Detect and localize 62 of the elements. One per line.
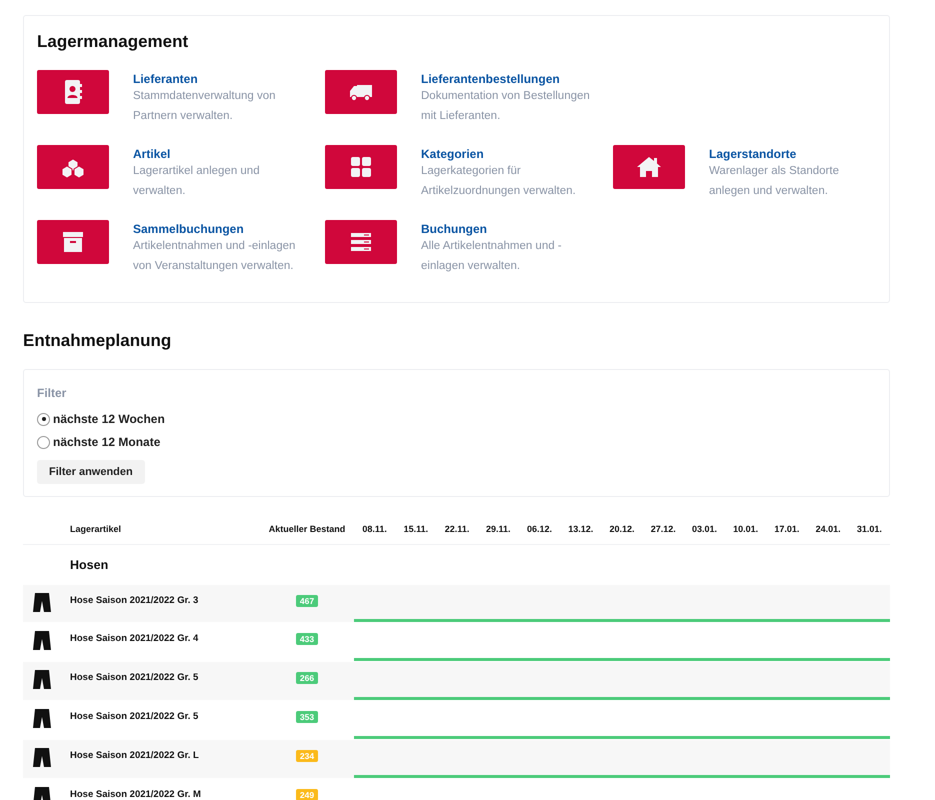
tile-button[interactable] — [325, 145, 397, 189]
column-header: Lagerartikel — [69, 524, 122, 534]
tile-title-link[interactable]: Sammelbuchungen — [133, 221, 303, 237]
stock-badge: 433 — [296, 633, 318, 645]
date-header: 29.11. — [485, 524, 512, 534]
date-header: 22.11. — [444, 524, 470, 534]
date-header: 17.01. — [773, 524, 800, 534]
section-title: Lagermanagement — [37, 32, 190, 52]
pants-icon — [32, 709, 50, 729]
tile-title-link[interactable]: Buchungen — [421, 221, 591, 237]
tile-title-link[interactable]: Lieferantenbestellungen — [421, 71, 591, 87]
date-header: 03.01. — [690, 524, 718, 534]
date-header: 08.11. — [361, 524, 388, 534]
pants-icon — [32, 748, 50, 768]
tile-button[interactable] — [325, 70, 397, 114]
date-header: 10.01. — [732, 524, 760, 534]
radio-label[interactable]: nächste 12 Wochen — [53, 412, 165, 426]
radio-label[interactable]: nächste 12 Monate — [53, 435, 160, 449]
date-header: 31.01. — [856, 524, 883, 534]
apply-filter-button[interactable]: Filter anwenden — [37, 460, 145, 484]
article-name: Hose Saison 2021/2022 Gr. M — [69, 789, 202, 800]
tile-description: Dokumentation von Bestellungen mit Lieferanten. — [421, 89, 591, 124]
pants-icon — [32, 631, 50, 651]
tile-title-link[interactable]: Lieferanten — [133, 71, 303, 87]
tile-button[interactable] — [37, 145, 109, 189]
tile-button[interactable] — [37, 220, 109, 264]
stock-badge: 353 — [296, 711, 318, 723]
column-header: Aktueller Bestand — [268, 524, 346, 534]
pants-icon — [32, 593, 50, 613]
date-header: 20.12. — [608, 524, 636, 534]
date-header: 15.11. — [402, 524, 430, 534]
stock-badge: 467 — [296, 595, 318, 607]
article-name: Hose Saison 2021/2022 Gr. 3 — [69, 595, 200, 606]
date-header: 06.12. — [526, 524, 554, 534]
date-header: 27.12. — [650, 524, 677, 534]
tile-button[interactable] — [613, 145, 685, 189]
filter-label: Filter — [37, 386, 68, 400]
tile-description: Warenlager als Standorte anlegen und verwalten. — [709, 164, 840, 198]
tile-title-link[interactable]: Lagerstandorte — [709, 146, 879, 162]
tile-description: Lagerkategorien für Artikelzuordnungen verwalten. — [421, 164, 577, 198]
pants-icon — [32, 670, 50, 690]
section-title: Entnahmeplanung — [23, 331, 172, 351]
stock-badge: 266 — [296, 672, 318, 684]
article-name: Hose Saison 2021/2022 Gr. 5 — [69, 711, 200, 722]
tile-description: Artikelentnahmen und -einlagen von Veranstaltungen verwalten. — [133, 239, 296, 274]
tile-description: Alle Artikelentnahmen und -einlagen verwalten. — [421, 239, 563, 274]
date-header: 24.01. — [814, 524, 842, 534]
date-header: 13.12. — [567, 524, 594, 534]
tile-title-link[interactable]: Artikel — [133, 146, 303, 162]
tile-button[interactable] — [325, 220, 397, 264]
article-name: Hose Saison 2021/2022 Gr. L — [69, 750, 200, 761]
article-name: Hose Saison 2021/2022 Gr. 5 — [69, 672, 200, 683]
tile-description: Lagerartikel anlegen und verwalten. — [133, 164, 261, 198]
article-name: Hose Saison 2021/2022 Gr. 4 — [69, 633, 200, 644]
group-title: Hosen — [69, 558, 110, 572]
tile-description: Stammdatenverwaltung von Partnern verwalten. — [133, 89, 277, 124]
radio-button[interactable] — [37, 436, 50, 448]
stock-badge: 234 — [296, 750, 318, 762]
stock-badge: 249 — [296, 789, 318, 800]
radio-button[interactable] — [37, 412, 50, 426]
tile-button[interactable] — [37, 70, 109, 114]
tile-title-link[interactable]: Kategorien — [421, 146, 591, 162]
